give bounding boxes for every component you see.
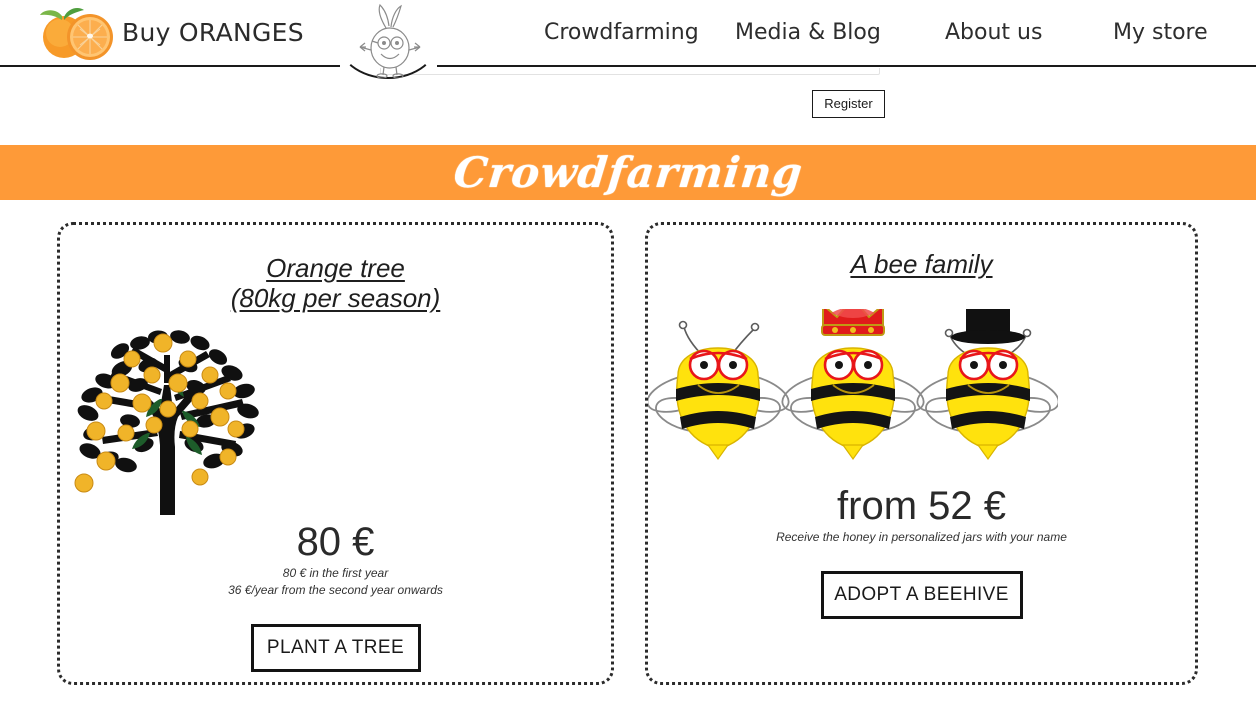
- plant-a-tree-button[interactable]: PLANT A TREE: [250, 624, 421, 672]
- three-bees-illustration-icon: [646, 288, 1195, 484]
- price-bee-family: from 52 €: [837, 484, 1006, 528]
- card-title-bee-family: A bee family: [648, 249, 1195, 279]
- card-bee-family: A bee family from 52 € Receive the honey…: [645, 222, 1198, 685]
- header-divider-right: [437, 65, 1256, 67]
- price-note-bee-family: Receive the honey in personalized jars w…: [776, 530, 1067, 544]
- nav-link-media-blog[interactable]: Media & Blog: [731, 20, 885, 45]
- card-title-orange-tree: Orange tree (80kg per season): [60, 253, 611, 313]
- nav-link-my-store[interactable]: My store: [1109, 20, 1212, 45]
- orange-mascot-character-icon: [356, 2, 426, 79]
- card-orange-tree: Orange tree (80kg per season) 80 € 80 € …: [57, 222, 614, 685]
- orange-fruit-logo-icon[interactable]: [34, 4, 118, 62]
- nav-link-about-us[interactable]: About us: [941, 20, 1047, 45]
- price-note-line2: 36 €/year from the second year onwards: [228, 583, 443, 597]
- crowdfarming-banner: Crowdfarming: [0, 145, 1256, 200]
- price-orange-tree: 80 €: [296, 520, 375, 564]
- brand-title: Buy ORANGES: [122, 18, 304, 47]
- banner-title: Crowdfarming: [451, 148, 805, 197]
- orange-tree-illustration-icon: [60, 325, 611, 520]
- page-root: Buy ORANGES Crowdfar: [0, 0, 1256, 710]
- price-note-orange-tree: 80 € in the first year 36 €/year from th…: [60, 565, 611, 599]
- register-button[interactable]: Register: [812, 90, 885, 118]
- card-title-line2: (80kg per season): [230, 283, 441, 313]
- card-title-line1: A bee family: [850, 249, 993, 279]
- header-divider-left: [0, 65, 340, 67]
- adopt-a-beehive-button[interactable]: ADOPT A BEEHIVE: [820, 571, 1023, 619]
- price-note-line1: 80 € in the first year: [282, 566, 389, 580]
- card-title-line1: Orange tree: [266, 253, 405, 283]
- nav-link-crowdfarming[interactable]: Crowdfarming: [540, 20, 703, 45]
